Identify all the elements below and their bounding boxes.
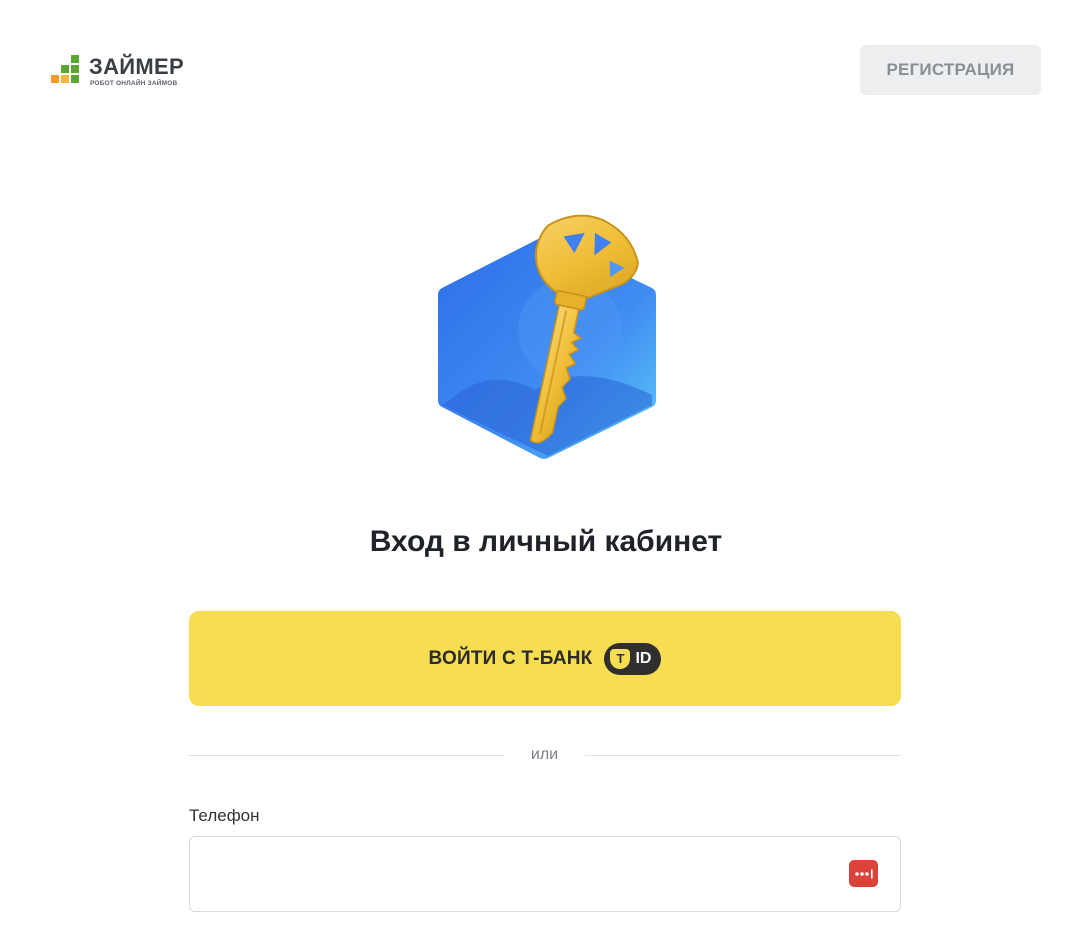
register-button[interactable]: РЕГИСТРАЦИЯ	[860, 45, 1041, 95]
divider-text: или	[530, 746, 559, 763]
login-page: ЗАЙМЕР РОБОТ ОНЛАЙН ЗАЙМОВ РЕГИСТРАЦИЯ В…	[0, 0, 1092, 938]
logo-name: ЗАЙМЕР	[89, 54, 184, 79]
tbank-id-badge: T ID	[604, 642, 662, 675]
tbank-id-text: ID	[635, 649, 652, 667]
phone-label: Телефон	[189, 806, 260, 825]
phone-field[interactable]	[189, 836, 901, 913]
logo-mark-icon	[51, 55, 81, 87]
tbank-shield-icon: T	[610, 648, 631, 669]
or-divider: или	[189, 744, 901, 768]
tbank-login-label: ВОЙТИ С Т-БАНК	[428, 647, 593, 669]
logo[interactable]: ЗАЙМЕР РОБОТ ОНЛАЙН ЗАЙМОВ	[51, 54, 211, 91]
page-title: Вход в личный кабинет	[369, 525, 723, 558]
phone-input[interactable]	[206, 837, 830, 913]
key-illustration	[438, 214, 656, 459]
divider-line-right	[585, 755, 901, 756]
logo-tagline: РОБОТ ОНЛАЙН ЗАЙМОВ	[90, 80, 178, 87]
dots-icon	[854, 869, 873, 878]
divider-line-left	[189, 755, 504, 756]
tbank-login-button[interactable]: ВОЙТИ С Т-БАНК T ID	[189, 611, 901, 706]
password-manager-icon[interactable]	[849, 860, 878, 887]
